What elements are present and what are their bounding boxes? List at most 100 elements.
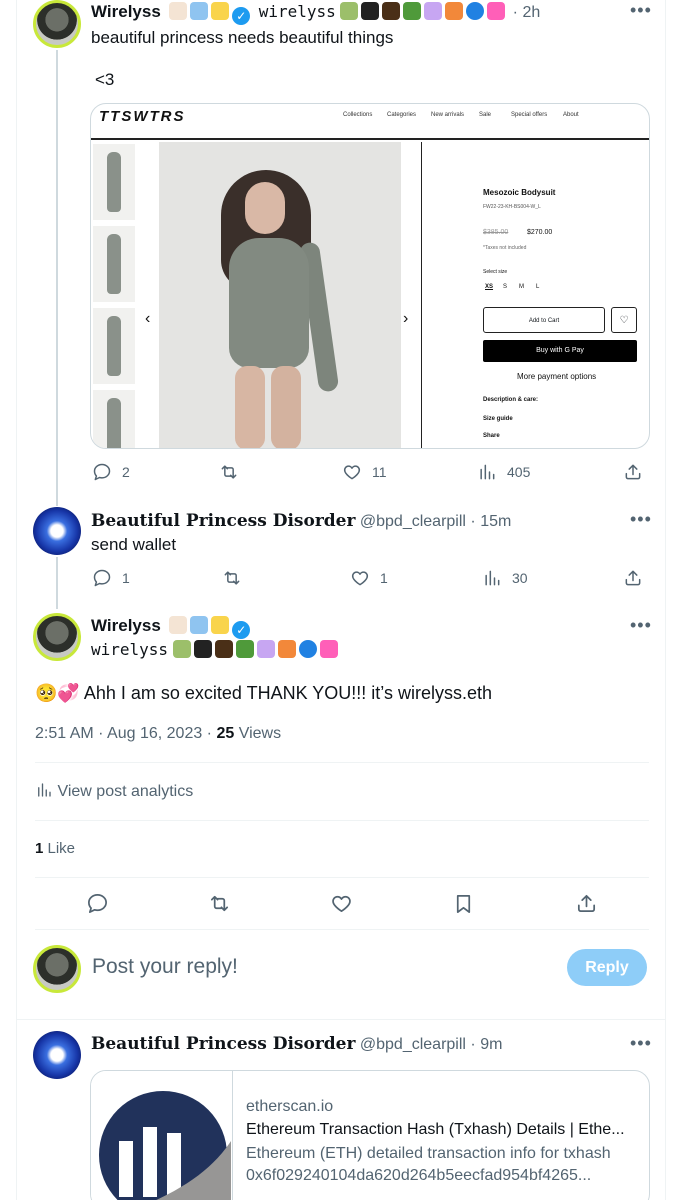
attached-image[interactable]: TTSWTRS Collections Categories New arriv… [90,103,650,449]
avatar[interactable] [33,613,81,661]
display-name[interactable]: Wirelyss [91,616,161,635]
size-guide: Size guide [483,416,513,422]
tweet-header: Wirelyss ✓ wirelyss · 2h [91,2,541,25]
display-name[interactable]: Beautiful Princess Disorder [91,511,355,531]
lv-icon [382,2,401,20]
illuminati-icon [361,2,380,20]
view-count: 405 [507,464,531,480]
more-options-icon[interactable]: ••• [630,615,652,636]
tweet-text-line1: beautiful princess needs beautiful thing… [91,28,394,47]
uniswap-unicorn-icon [487,2,506,20]
opensea-icon [466,2,485,20]
crystal-icon [424,2,443,20]
share-action[interactable] [623,462,643,482]
view-analytics-link[interactable]: View post analytics [35,781,193,801]
like-count: 11 [372,464,387,480]
metamask-fox-icon [277,640,296,658]
avatar[interactable] [33,507,81,555]
username-handle[interactable]: @bpd_clearpill [360,513,466,530]
reply-action[interactable]: 1 [92,568,130,588]
reply-input[interactable]: Post your reply! [92,955,238,979]
like-action[interactable] [330,892,353,915]
analytics-icon [485,570,500,586]
size-label: Select size [483,269,508,275]
heart-icon [351,571,369,586]
repost-action[interactable] [208,892,231,915]
card-description-line2: 0x6f029240104da620d264b5eecfad954bf4265.… [246,1167,592,1184]
card-description-line1: Ethereum (ETH) detailed transaction info… [246,1145,611,1162]
repost-action[interactable] [219,462,239,482]
username-handle[interactable]: @bpd_clearpill [360,1036,466,1053]
card-domain: etherscan.io [246,1098,334,1115]
shop-nav-item: Special offers [511,112,548,118]
size-option: XS [485,284,494,290]
sparkle-icon [211,2,230,20]
pepe-icon [403,2,422,20]
illuminati-icon [193,640,212,658]
reply-icon [93,463,111,481]
prev-arrow-icon: ‹ [145,310,151,327]
thumbnail [93,144,135,220]
bookmark-action[interactable] [452,892,475,915]
thumbnail [93,226,135,302]
thumbnail [93,390,135,448]
add-to-cart-button: Add to Cart [483,307,605,333]
more-options-icon[interactable]: ••• [630,0,652,21]
tweet-time[interactable]: 15m [480,513,511,530]
shop-header: TTSWTRS Collections Categories New arriv… [91,104,649,140]
display-name[interactable]: Wirelyss [91,2,161,21]
bookmark-icon [456,894,471,913]
size-option: M [519,284,524,290]
more-options-icon[interactable]: ••• [630,1033,652,1054]
view-analytics-label: View post analytics [57,783,194,800]
wishlist-heart-icon: ♡ [611,307,637,333]
views-action[interactable]: 405 [477,462,530,482]
repost-icon [224,571,240,585]
yoda-icon [172,640,191,658]
heart-icon [343,465,361,480]
like-action[interactable]: 1 [350,568,388,588]
etherscan-logo-icon [91,1071,233,1200]
avatar[interactable] [33,0,81,48]
like-count: 1 [380,570,388,586]
product-photo [159,142,401,448]
display-name[interactable]: Beautiful Princess Disorder [91,1034,355,1054]
repost-icon [221,465,237,479]
old-price: $385.00 [483,229,509,236]
reply-action[interactable] [86,892,109,915]
tweet-time[interactable]: 9m [480,1036,502,1053]
tweet-time[interactable]: 2h [522,4,540,21]
share-action[interactable] [623,568,643,588]
thumbnail [93,308,135,384]
share-action[interactable] [575,892,598,915]
tweet-subheader: wirelyss [91,640,341,660]
verified-badge-icon: ✓ [232,621,251,639]
eye-emoji-icon [169,2,188,20]
username-handle[interactable]: wirelyss [259,2,336,21]
link-preview-card[interactable]: etherscan.io Ethereum Transaction Hash (… [90,1070,650,1200]
verified-badge-icon: ✓ [232,7,251,25]
tweet-meta: 2:51 AM · Aug 16, 2023 · 25 Views [35,725,281,743]
views-action[interactable]: 30 [482,568,528,588]
likes-summary[interactable]: 1 Like [35,840,75,857]
reply-count: 1 [122,570,130,586]
reply-action[interactable]: 2 [92,462,130,482]
speech-bubble-icon [190,616,209,634]
reply-icon [88,894,107,913]
more-options-icon[interactable]: ••• [630,509,652,530]
thread-line [56,50,58,506]
reply-button[interactable]: Reply [567,949,647,986]
avatar[interactable] [33,1031,81,1079]
card-title: Ethereum Transaction Hash (Txhash) Detai… [246,1121,625,1138]
repost-action[interactable] [222,568,242,588]
views-count: 25 [216,725,235,742]
view-count: 30 [512,570,528,586]
username-handle[interactable]: wirelyss [91,640,168,659]
tweet-text: 🥺💞 Ahh I am so excited THANK YOU!!! it’s… [35,683,492,703]
timestamp[interactable]: 2:51 AM · Aug 16, 2023 · [35,725,216,742]
like-action[interactable]: 11 [342,462,387,482]
shop-nav-item: New arrivals [431,112,465,118]
analytics-icon [480,464,495,480]
sparkle-icon [211,616,230,634]
avatar[interactable] [33,945,81,993]
